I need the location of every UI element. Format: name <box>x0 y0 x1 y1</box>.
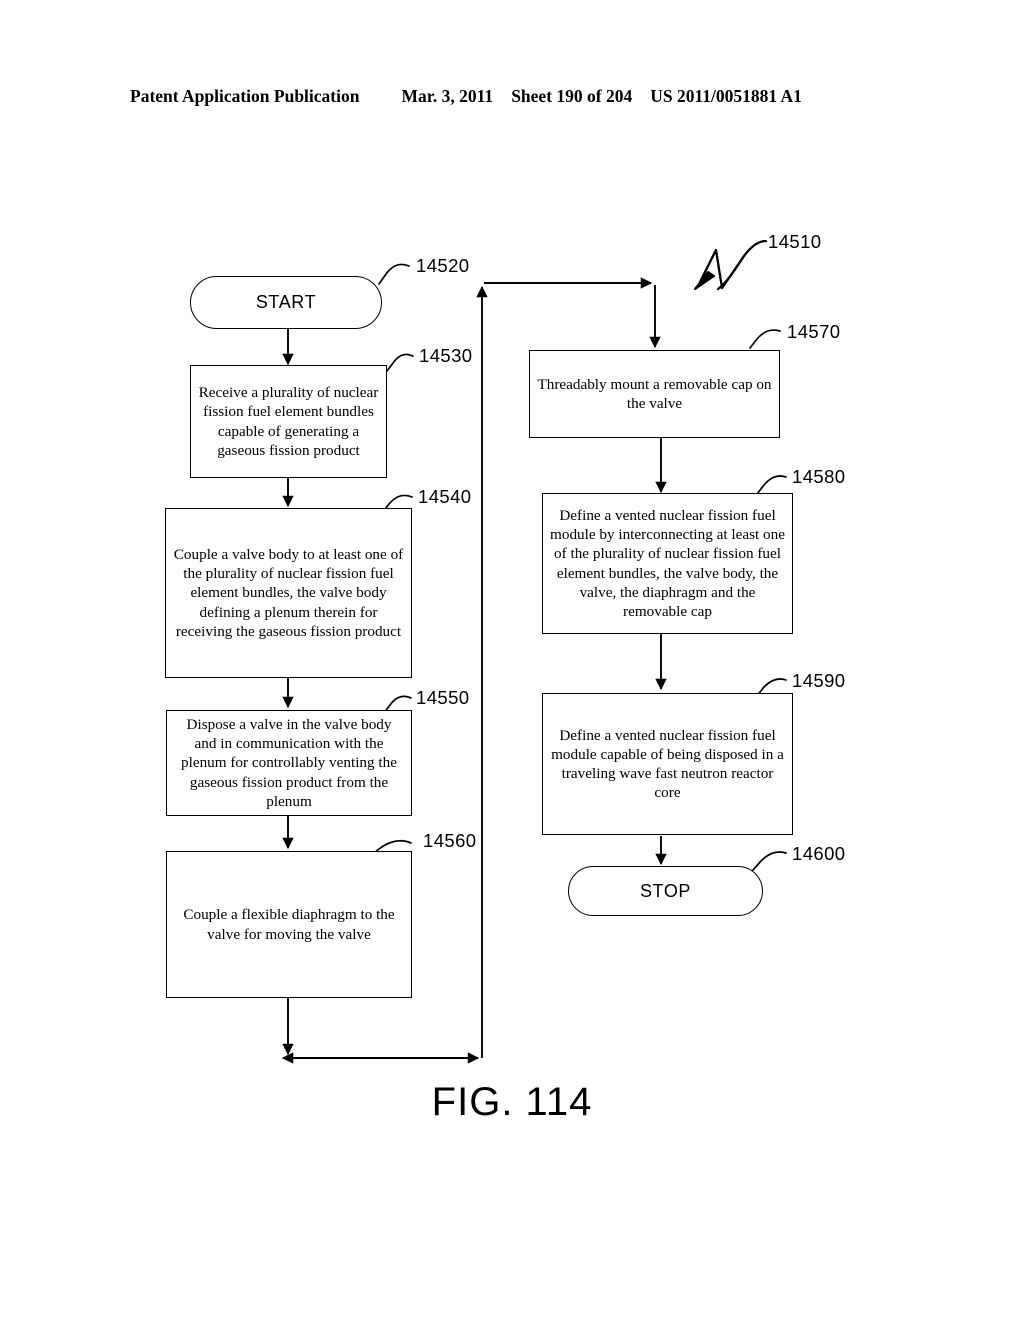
node-couple-diaphragm-label: Couple a flexible diaphragm to the valve… <box>183 906 395 943</box>
node-define-module-interconnect-label: Define a vented nuclear fission fuel mod… <box>550 507 785 620</box>
node-stop-label: STOP <box>639 880 692 901</box>
node-mount-cap-label: Threadably mount a removable cap on the … <box>537 375 772 412</box>
node-couple-diaphragm[interactable]: Couple a flexible diaphragm to the valve… <box>166 851 412 998</box>
node-receive-bundles-label: Receive a plurality of nuclear fission f… <box>198 384 379 459</box>
node-dispose-valve[interactable]: Dispose a valve in the valve body and in… <box>166 710 412 816</box>
patent-figure-page: Patent Application Publication Mar. 3, 2… <box>0 0 1024 1320</box>
node-define-module-twr[interactable]: Define a vented nuclear fission fuel mod… <box>542 693 793 835</box>
refnum-14590: 14590 <box>792 670 846 691</box>
refnum-14530: 14530 <box>419 345 473 366</box>
node-start-label: START <box>255 292 317 313</box>
node-couple-valve-body-label: Couple a valve body to at least one of t… <box>173 546 404 640</box>
refnum-14600: 14600 <box>792 843 846 864</box>
leadline-14600 <box>752 851 787 871</box>
node-define-module-twr-label: Define a vented nuclear fission fuel mod… <box>551 726 784 802</box>
leadline-14520 <box>378 263 410 285</box>
node-receive-bundles[interactable]: Receive a plurality of nuclear fission f… <box>190 365 387 478</box>
refnum-14550: 14550 <box>416 687 470 708</box>
figure-caption: FIG. 114 <box>431 1080 593 1124</box>
diagram-label-pointer <box>694 239 768 291</box>
refnum-14540: 14540 <box>418 486 472 507</box>
leadline-14570 <box>749 329 781 349</box>
leadline-14580 <box>756 475 787 495</box>
leadline-14530 <box>386 353 414 372</box>
refnum-14580: 14580 <box>792 466 846 487</box>
refnum-14510: 14510 <box>768 231 822 252</box>
refnum-14570: 14570 <box>787 321 841 342</box>
refnum-14560: 14560 <box>423 830 477 851</box>
node-mount-cap[interactable]: Threadably mount a removable cap on the … <box>529 350 780 438</box>
node-start[interactable]: START <box>190 276 382 329</box>
node-dispose-valve-label: Dispose a valve in the valve body and in… <box>181 716 397 810</box>
node-stop[interactable]: STOP <box>568 866 763 916</box>
node-define-module-interconnect[interactable]: Define a vented nuclear fission fuel mod… <box>542 493 793 634</box>
refnum-14520: 14520 <box>416 255 470 276</box>
node-couple-valve-body[interactable]: Couple a valve body to at least one of t… <box>165 508 412 678</box>
